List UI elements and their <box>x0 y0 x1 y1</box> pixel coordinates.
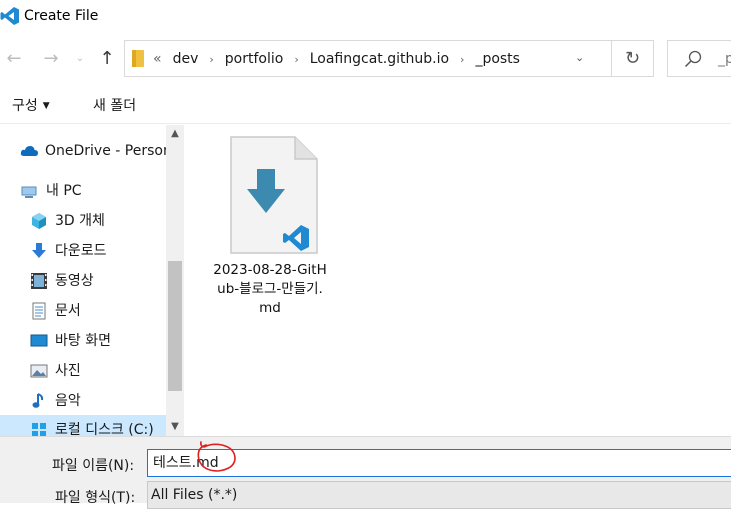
new-folder-label: 새 폴더 <box>93 98 137 114</box>
cube-3d-icon <box>32 213 46 229</box>
up-arrow-icon: ↑ <box>99 48 115 69</box>
forward-arrow-icon: → <box>43 48 59 69</box>
title-bar: Create File <box>0 0 731 33</box>
sidebar-item-local-disk[interactable]: 로컬 디스크 (C:) <box>0 415 184 437</box>
caret-down-icon: ▼ <box>42 101 50 111</box>
chevron-right-icon[interactable]: › <box>288 53 304 66</box>
sidebar-item-label: 사진 <box>55 363 81 379</box>
sidebar-item-downloads[interactable]: 다운로드 <box>30 236 107 266</box>
search-box[interactable]: _p <box>667 40 731 77</box>
vscode-app-icon <box>0 7 19 25</box>
sidebar-item-label: 내 PC <box>46 183 82 199</box>
sidebar-item-documents[interactable]: 문서 <box>30 296 81 326</box>
search-icon <box>684 50 702 68</box>
refresh-button[interactable]: ↻ <box>611 40 653 77</box>
sidebar-item-3d-objects[interactable]: 3D 개체 <box>30 206 105 236</box>
back-arrow-icon: ← <box>6 48 22 69</box>
computer-icon <box>21 186 37 198</box>
file-list: 2023-08-28-GitHub-블로그-만들기.md <box>185 125 731 437</box>
chevron-right-icon[interactable]: › <box>203 53 219 66</box>
address-dropdown-icon[interactable]: ⌄ <box>575 51 584 64</box>
filename-input[interactable]: 테스트.md <box>147 449 731 477</box>
breadcrumb-posts[interactable]: _posts <box>470 51 525 67</box>
sidebar-item-label: OneDrive - Personal <box>45 143 184 159</box>
sidebar-item-videos[interactable]: 동영상 <box>30 266 94 296</box>
folder-icon <box>132 50 144 67</box>
scroll-down-icon[interactable]: ▼ <box>166 418 184 436</box>
filetype-select[interactable]: All Files (*.*) <box>147 481 731 509</box>
sidebar-item-music[interactable]: 음악 <box>30 386 81 416</box>
new-folder-button[interactable]: 새 폴더 <box>93 95 136 115</box>
sidebar-item-label: 다운로드 <box>55 243 107 259</box>
organize-button[interactable]: 구성 ▼ <box>12 95 50 115</box>
up-button[interactable]: ↑ <box>96 47 118 71</box>
recent-locations-button[interactable]: ⌄ <box>69 47 91 71</box>
sidebar-item-label: 음악 <box>55 393 81 409</box>
markdown-vscode-file-icon <box>230 136 318 254</box>
sidebar-item-desktop[interactable]: 바탕 화면 <box>30 326 111 356</box>
refresh-icon: ↻ <box>624 48 641 69</box>
sidebar-item-this-pc[interactable]: 내 PC <box>20 176 82 206</box>
download-arrow-icon <box>32 243 46 258</box>
file-name: 2023-08-28-GitHub-블로그-만들기.md <box>213 262 327 316</box>
picture-icon <box>30 364 48 378</box>
document-icon <box>32 302 46 320</box>
address-bar[interactable]: « dev › portfolio › Loafingcat.github.io… <box>124 40 654 77</box>
sidebar-item-label: 3D 개체 <box>55 213 105 229</box>
sidebar-item-pictures[interactable]: 사진 <box>30 356 81 386</box>
navigation-pane: OneDrive - Personal 내 PC 3D 개체 다운로드 동영상 <box>0 125 184 437</box>
command-toolbar: 구성 ▼ 새 폴더 <box>0 88 731 124</box>
file-item[interactable]: 2023-08-28-GitHub-블로그-만들기.md <box>212 135 328 325</box>
cloud-icon <box>20 146 38 156</box>
scrollbar-thumb[interactable] <box>168 261 182 391</box>
sidebar-item-label: 로컬 디스크 (C:) <box>55 422 154 437</box>
sidebar-item-label: 바탕 화면 <box>55 333 111 349</box>
music-note-icon <box>32 393 44 408</box>
organize-label: 구성 <box>12 98 38 114</box>
sidebar-item-onedrive[interactable]: OneDrive - Personal <box>19 136 184 166</box>
breadcrumb: « dev › portfolio › Loafingcat.github.io… <box>153 51 525 67</box>
windows-drive-icon <box>32 423 46 437</box>
forward-button[interactable]: → <box>40 47 62 71</box>
window-title: Create File <box>24 8 99 24</box>
breadcrumb-portfolio[interactable]: portfolio <box>220 51 289 67</box>
desktop-icon <box>30 334 48 347</box>
breadcrumb-dev[interactable]: dev <box>168 51 204 67</box>
save-panel: 파일 이름(N): 테스트.md 파일 형식(T): All Files (*.… <box>0 436 731 509</box>
sidebar-item-label: 문서 <box>55 303 81 319</box>
film-icon <box>31 273 47 289</box>
filetype-label: 파일 형식(T): <box>55 490 136 506</box>
sidebar-item-label: 동영상 <box>55 273 94 289</box>
overflow-chevron-icon[interactable]: « <box>153 51 168 67</box>
chevron-down-icon: ⌄ <box>75 53 85 64</box>
back-button[interactable]: ← <box>3 47 25 71</box>
search-placeholder: _p <box>718 51 731 67</box>
scroll-up-icon[interactable]: ▲ <box>166 125 184 143</box>
breadcrumb-loafingcat[interactable]: Loafingcat.github.io <box>305 51 454 67</box>
sidebar-scrollbar[interactable]: ▲ ▼ <box>166 125 184 437</box>
filename-label: 파일 이름(N): <box>52 458 135 474</box>
chevron-right-icon[interactable]: › <box>454 53 470 66</box>
